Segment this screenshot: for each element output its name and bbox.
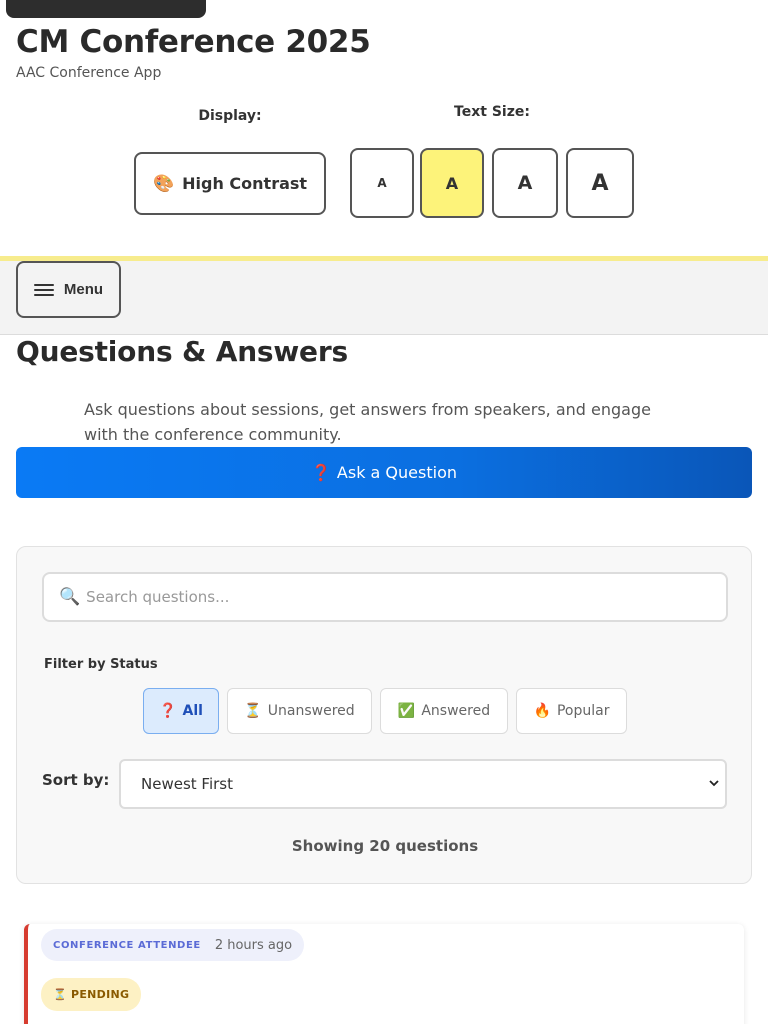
app-subtitle: AAC Conference App: [16, 65, 162, 81]
check-icon: ✅: [397, 703, 416, 719]
results-count: Showing 20 questions: [291, 837, 479, 855]
ask-question-button[interactable]: ❓ Ask a Question: [16, 447, 752, 498]
text-size-large-button[interactable]: A: [492, 148, 558, 218]
sort-value: Newest First: [141, 775, 233, 793]
text-size-label: Text Size:: [454, 104, 530, 120]
filter-popular-chip[interactable]: 🔥 Popular: [516, 688, 627, 734]
filter-all-chip[interactable]: ❓ All: [143, 688, 219, 734]
sort-by-label: Sort by:: [42, 771, 110, 789]
filter-all-label: All: [182, 703, 203, 719]
filter-answered-chip[interactable]: ✅ Answered: [380, 688, 508, 734]
app-title: CM Conference 2025: [16, 24, 371, 60]
text-size-largest-button[interactable]: A: [566, 148, 634, 218]
status-badge: ⏳ PENDING: [41, 978, 142, 1011]
question-mark-icon: ❓: [159, 703, 177, 719]
hourglass-icon: ⏳: [53, 988, 67, 1001]
filter-popular-label: Popular: [556, 703, 610, 719]
question-mark-icon: ❓: [310, 463, 331, 482]
timestamp: 2 hours ago: [214, 937, 293, 953]
filter-by-status-label: Filter by Status: [44, 657, 158, 672]
ask-question-label: Ask a Question: [336, 463, 457, 482]
display-label: Display:: [198, 108, 262, 124]
filter-unanswered-label: Unanswered: [267, 703, 355, 719]
search-icon: 🔍: [59, 587, 81, 607]
top-tab: [6, 0, 206, 18]
chevron-down-icon: [709, 780, 719, 787]
text-size-smallest-button[interactable]: A: [350, 148, 414, 218]
page: CM Conference 2025 AAC Conference App Di…: [0, 0, 768, 1024]
filter-panel: 🔍 Filter by Status ❓ All ⏳ Unanswered ✅ …: [16, 546, 752, 884]
filter-answered-label: Answered: [421, 703, 491, 719]
status-label: PENDING: [71, 988, 130, 1001]
page-intro: Ask questions about sessions, get answer…: [84, 400, 651, 444]
page-title: Questions & Answers: [16, 335, 348, 368]
question-card[interactable]: CONFERENCE ATTENDEE 2 hours ago ⏳ PENDIN…: [24, 924, 744, 1024]
author-name: CONFERENCE ATTENDEE: [53, 939, 201, 951]
high-contrast-button[interactable]: 🎨 High Contrast: [134, 152, 326, 215]
filter-unanswered-chip[interactable]: ⏳ Unanswered: [227, 688, 372, 734]
menu-button[interactable]: Menu: [16, 261, 121, 318]
hourglass-icon: ⏳: [244, 703, 262, 719]
text-size-default-button[interactable]: A: [420, 148, 484, 218]
menu-label: Menu: [63, 281, 104, 298]
fire-icon: 🔥: [533, 703, 551, 719]
search-input[interactable]: [86, 588, 687, 606]
hamburger-icon: [33, 283, 54, 297]
search-box[interactable]: 🔍: [42, 572, 728, 622]
sort-select[interactable]: Newest First: [119, 759, 727, 809]
author-pill: CONFERENCE ATTENDEE 2 hours ago: [41, 929, 305, 961]
high-contrast-label: High Contrast: [182, 174, 308, 193]
nav-bar: Menu: [0, 261, 768, 335]
palette-icon: 🎨: [152, 173, 175, 194]
